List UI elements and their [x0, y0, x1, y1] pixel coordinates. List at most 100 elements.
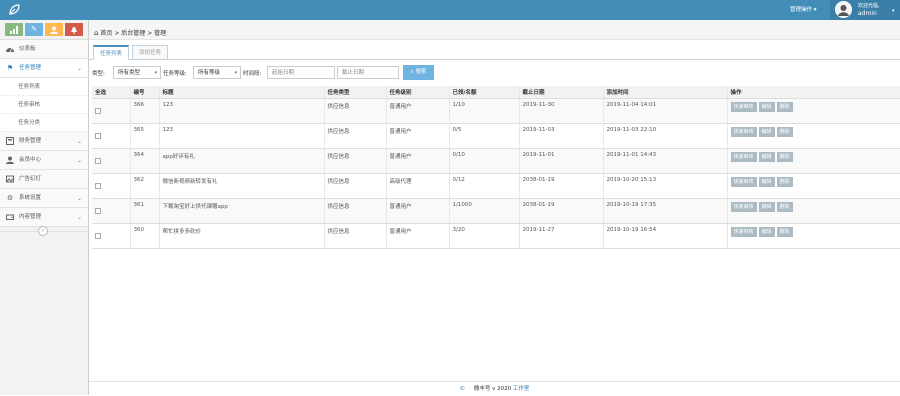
sidebar-item-finance[interactable]: 财务管理 ⌄ — [0, 132, 88, 151]
edit-button[interactable]: 编辑 — [758, 101, 775, 112]
row-checkbox[interactable] — [95, 157, 101, 164]
users-icon[interactable] — [45, 23, 63, 36]
breadcrumb-separator: > — [114, 30, 120, 37]
quick-review-button[interactable]: 快速审核 — [730, 101, 757, 112]
signal-icon[interactable] — [5, 23, 23, 36]
level-label: 任务等级: — [163, 71, 187, 77]
caret-down-icon: ▾ — [892, 8, 895, 14]
cell-type: 供应信息 — [324, 98, 387, 124]
row-checkbox[interactable] — [95, 132, 101, 139]
cell-deadline: 2019-11-27 — [519, 223, 604, 249]
edit-button[interactable]: 编辑 — [758, 176, 775, 187]
gear-icon: ⚙ — [6, 194, 14, 202]
breadcrumb-home[interactable]: 首页 — [100, 30, 112, 37]
edit-button[interactable]: 编辑 — [758, 201, 775, 212]
row-checkbox[interactable] — [95, 107, 101, 114]
cell-claimed: 1/1000 — [449, 198, 520, 224]
cell-deadline: 2019-11-01 — [519, 148, 604, 174]
cell-claimed: 3/20 — [449, 223, 520, 249]
row-checkbox[interactable] — [95, 182, 101, 189]
cell-title: 123 — [159, 98, 325, 124]
delete-button[interactable]: 删除 — [776, 101, 793, 112]
row-checkbox[interactable] — [95, 207, 101, 214]
cell-claimed: 0/5 — [449, 123, 520, 149]
sidebar-item-dashboard[interactable]: 仪表板 — [0, 40, 88, 59]
quick-review-button[interactable]: 快速审核 — [730, 151, 757, 162]
delete-button[interactable]: 删除 — [776, 201, 793, 212]
table-row: 361 下载淘宝好上供代课赠app 供应信息 普通用户 1/1000 2038-… — [92, 198, 900, 224]
column-header-title: 标题 — [159, 86, 325, 99]
column-header-select-all[interactable]: 全选 — [92, 86, 131, 99]
sidebar-item-settings[interactable]: ⚙ 系统设置 ⌄ — [0, 189, 88, 208]
sidebar-item-label: 任务管理 — [19, 65, 42, 71]
user-menu[interactable]: 欢迎光临, admin ▾ — [830, 0, 900, 20]
search-button-label: 搜索 — [415, 69, 427, 75]
breadcrumb: ⌂ 首页 > 后台管理 > 管理 — [89, 20, 900, 40]
sidebar: ✎ 仪表板 ⚑ 任务管理 ⌄ 任务列表 任务审核 任务分类 财务管理 ⌄ 会员中… — [0, 20, 89, 395]
sidebar-item-members[interactable]: 会员中心 ⌄ — [0, 151, 88, 170]
cell-title: 123 — [159, 123, 325, 149]
cell-added: 2019-10-19 16:54 — [603, 223, 728, 249]
edit-button[interactable]: 编辑 — [758, 151, 775, 162]
cell-type: 供应信息 — [324, 148, 387, 174]
search-button[interactable]: ⌕ 搜索 — [403, 65, 434, 80]
edit-button[interactable]: 编辑 — [758, 126, 775, 137]
sidebar-item-task-management[interactable]: ⚑ 任务管理 ⌄ — [0, 59, 88, 78]
table-row: 360 帮忙拼多多砍价 供应信息 普通用户 3/20 2019-11-27 20… — [92, 223, 900, 249]
sidebar-item-ads[interactable]: 广告幻灯 — [0, 170, 88, 189]
table-row: 366 123 供应信息 普通用户 1/10 2019-11-30 2019-1… — [92, 98, 900, 124]
search-icon: ⌕ — [410, 69, 414, 75]
cell-deadline: 2038-01-19 — [519, 173, 604, 199]
sidebar-subitem-label: 任务列表 — [18, 84, 41, 90]
tab-label: 任务列表 — [100, 51, 123, 57]
leaf-icon[interactable] — [8, 4, 20, 16]
start-date-input[interactable]: 起始日期 — [267, 66, 335, 79]
sidebar-subitem-task-category[interactable]: 任务分类 — [0, 114, 88, 132]
bell-icon[interactable] — [65, 23, 83, 36]
type-select-value: 所有类型 — [118, 70, 141, 76]
breadcrumb-backend[interactable]: 后台管理 — [121, 30, 145, 37]
cell-id: 360 — [130, 223, 160, 249]
cell-added: 2019-11-03 22:10 — [603, 123, 728, 149]
end-date-placeholder: 截止日期 — [342, 70, 365, 76]
delete-button[interactable]: 删除 — [776, 176, 793, 187]
cell-claimed: 0/12 — [449, 173, 520, 199]
top-navbar: 管理操作 ▾ 欢迎光临, admin ▾ — [0, 0, 900, 20]
quick-review-button[interactable]: 快速审核 — [730, 126, 757, 137]
quick-review-button[interactable]: 快速审核 — [730, 226, 757, 237]
cell-title: 帮忙拼多多砍价 — [159, 223, 325, 249]
level-select[interactable]: 所有等级 ▾ — [193, 66, 241, 79]
cell-type: 供应信息 — [324, 198, 387, 224]
table-row: 364 app好评有礼 供应信息 普通用户 0/10 2019-11-01 20… — [92, 148, 900, 174]
sidebar-subitem-label: 任务分类 — [18, 120, 41, 126]
sidebar-item-content[interactable]: 内容管理 ⌄ — [0, 208, 88, 227]
end-date-input[interactable]: 截止日期 — [337, 66, 399, 79]
pencil-icon[interactable]: ✎ — [25, 23, 43, 36]
quick-review-button[interactable]: 快速审核 — [730, 201, 757, 212]
sidebar-collapse-button[interactable]: « — [38, 226, 48, 236]
quick-review-button[interactable]: 快速审核 — [730, 176, 757, 187]
tab-task-list[interactable]: 任务列表 — [93, 45, 130, 60]
filter-bar: 类型: 所有类型 ▾ 任务等级: 所有等级 ▾ 时间段: 起始日期 截止日期 ⌕… — [89, 63, 900, 83]
task-table: 全选 编号 标题 任务类型 任务级别 已领/名额 截止日期 添加时间 操作 36… — [92, 86, 900, 249]
edit-button[interactable]: 编辑 — [758, 226, 775, 237]
type-select[interactable]: 所有类型 ▾ — [113, 66, 161, 79]
delete-button[interactable]: 删除 — [776, 226, 793, 237]
cell-type: 供应信息 — [324, 223, 387, 249]
delete-button[interactable]: 删除 — [776, 151, 793, 162]
cell-id: 365 — [130, 123, 160, 149]
cell-added: 2019-10-19 17:35 — [603, 198, 728, 224]
cell-type: 供应信息 — [324, 123, 387, 149]
avatar — [835, 1, 852, 18]
hdd-icon — [5, 208, 15, 229]
admin-menu-toggle[interactable]: 管理操作 ▾ — [784, 0, 823, 20]
tab-add-task[interactable]: 添加任务 — [132, 45, 169, 60]
row-checkbox[interactable] — [95, 232, 101, 239]
delete-button[interactable]: 删除 — [776, 126, 793, 137]
cell-added: 2019-11-04 14:01 — [603, 98, 728, 124]
level-select-value: 所有等级 — [198, 70, 221, 76]
footer-link[interactable]: 工作室 — [513, 386, 530, 392]
sidebar-subitem-task-review[interactable]: 任务审核 — [0, 96, 88, 114]
sidebar-subitem-task-list[interactable]: 任务列表 — [0, 78, 88, 96]
cell-title: 微信新视频新转发有礼 — [159, 173, 325, 199]
